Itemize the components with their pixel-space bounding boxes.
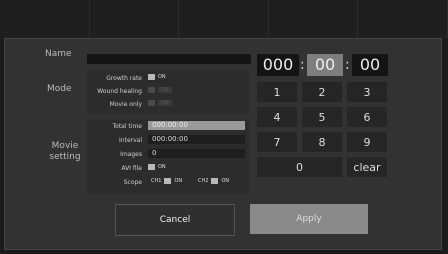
checkbox-icon: [148, 100, 155, 106]
cancel-button[interactable]: Cancel: [115, 204, 235, 236]
key-4[interactable]: 4: [257, 107, 297, 127]
ch2-state: ON: [221, 178, 230, 184]
avi-file-label: AVI file: [121, 165, 142, 172]
colon-separator: :: [300, 57, 305, 73]
interval-field[interactable]: 000:00:00: [148, 135, 245, 144]
scope-ch1-toggle[interactable]: CH1 ON: [151, 178, 182, 184]
colon-separator: :: [345, 57, 350, 73]
tab-4[interactable]: [269, 0, 359, 38]
images-label: Images: [120, 151, 142, 158]
movie-only-toggle[interactable]: ON: [148, 100, 172, 106]
images-field[interactable]: 0: [148, 149, 245, 158]
key-1[interactable]: 1: [257, 82, 297, 102]
ch2-label: CH2: [198, 178, 209, 184]
tab-2[interactable]: [90, 0, 180, 38]
wound-healing-toggle[interactable]: ON: [148, 87, 172, 93]
mode-box: Growth rate ON Wound healing ON Movie on…: [87, 70, 249, 114]
total-time-field[interactable]: 000:00:00: [148, 121, 245, 130]
key-8[interactable]: 8: [302, 132, 342, 152]
key-5[interactable]: 5: [302, 107, 342, 127]
checkbox-icon: [148, 74, 155, 80]
hours-field[interactable]: 000: [257, 54, 299, 76]
clear-key[interactable]: clear: [347, 157, 387, 177]
seconds-field[interactable]: 00: [352, 54, 388, 76]
checkbox-icon: [148, 164, 155, 170]
wound-healing-label: Wound healing: [97, 88, 142, 95]
movie-only-label: Movie only: [109, 101, 142, 108]
mode-label: Mode: [47, 84, 72, 94]
checkbox-icon: [211, 178, 219, 184]
settings-dialog: Name Mode Movie setting Growth rate ON W…: [4, 38, 442, 250]
scope-label: Scope: [123, 179, 142, 186]
tab-3[interactable]: [179, 0, 269, 38]
apply-button[interactable]: Apply: [250, 204, 368, 234]
growth-rate-toggle[interactable]: ON: [148, 74, 166, 80]
tab-5[interactable]: [358, 0, 448, 38]
key-0[interactable]: 0: [257, 157, 342, 177]
avi-file-state: ON: [158, 164, 166, 170]
ch1-label: CH1: [151, 178, 162, 184]
key-3[interactable]: 3: [347, 82, 387, 102]
wound-healing-state: ON: [158, 87, 172, 93]
movie-setting-label: Movie setting: [49, 141, 81, 162]
key-2[interactable]: 2: [302, 82, 342, 102]
name-input[interactable]: [87, 54, 251, 64]
growth-rate-state: ON: [158, 74, 166, 80]
interval-label: Interval: [119, 137, 142, 144]
key-9[interactable]: 9: [347, 132, 387, 152]
checkbox-icon: [148, 87, 155, 93]
avi-file-toggle[interactable]: ON: [148, 164, 166, 170]
movie-setting-box: Total time 000:00:00 Interval 000:00:00 …: [87, 119, 249, 194]
key-7[interactable]: 7: [257, 132, 297, 152]
growth-rate-label: Growth rate: [106, 75, 142, 82]
tab-1[interactable]: [0, 0, 90, 38]
scope-ch2-toggle[interactable]: CH2 ON: [198, 178, 229, 184]
checkbox-icon: [164, 178, 172, 184]
name-label: Name: [45, 49, 72, 59]
top-tab-bar: [0, 0, 448, 38]
minutes-field[interactable]: 00: [307, 54, 343, 76]
movie-only-state: ON: [158, 100, 172, 106]
key-6[interactable]: 6: [347, 107, 387, 127]
total-time-label: Total time: [112, 123, 142, 130]
ch1-state: ON: [174, 178, 183, 184]
